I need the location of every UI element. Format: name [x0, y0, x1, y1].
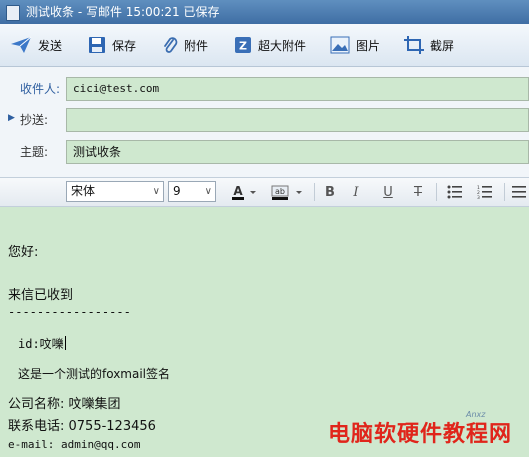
italic-button[interactable]: I: [346, 182, 366, 202]
cc-expand-icon[interactable]: ▶: [8, 113, 15, 123]
image-label: 图片: [356, 38, 381, 53]
attach-label: 附件: [184, 38, 209, 53]
subject-label: 主题:: [20, 145, 49, 159]
greeting-text: 您好:: [8, 245, 39, 260]
numbered-list-button[interactable]: 123: [474, 182, 496, 202]
font-family-value: 宋体: [71, 184, 96, 198]
save-button[interactable]: 保存: [88, 24, 136, 66]
toolbar-divider: [314, 183, 315, 201]
cc-label: 抄送:: [20, 113, 49, 127]
save-icon: [89, 37, 105, 53]
to-label: 收件人:: [20, 82, 61, 96]
align-button[interactable]: [510, 182, 528, 202]
signature-id: id:呅嚛: [18, 335, 66, 352]
italic-icon: I: [353, 184, 359, 200]
signature-text: 这是一个测试的foxmail签名: [18, 367, 171, 381]
image-button[interactable]: 图片: [330, 24, 380, 66]
highlight-icon: ab: [271, 185, 302, 200]
email-line: e-mail: admin@qq.com: [8, 438, 141, 451]
large-attach-button[interactable]: Z 超大附件: [234, 24, 306, 66]
image-icon: [330, 36, 350, 54]
bullet-list-button[interactable]: [444, 182, 466, 202]
bullet-list-icon: [447, 185, 462, 199]
save-label: 保存: [112, 38, 137, 53]
large-attachment-icon: Z: [235, 37, 251, 53]
svg-text:Z: Z: [239, 40, 247, 53]
bold-icon: B: [325, 184, 335, 200]
bold-button[interactable]: B: [320, 182, 340, 202]
chevron-down-icon: ∨: [152, 186, 160, 197]
signature-divider: -----------------: [8, 305, 131, 319]
strikethrough-button[interactable]: T: [408, 182, 428, 202]
chevron-down-icon: ∨: [204, 186, 212, 197]
paperclip-icon: [164, 37, 178, 53]
send-button[interactable]: 发送: [10, 24, 62, 66]
font-family-select[interactable]: 宋体 ∨: [66, 181, 164, 202]
svg-text:ab: ab: [275, 187, 285, 196]
svg-text:3: 3: [477, 195, 480, 199]
watermark-text: 电脑软硬件教程网: [328, 422, 513, 447]
toolbar-divider: [436, 183, 437, 201]
format-toolbar: 宋体 ∨ 9 ∨ A ab B I U T 123: [0, 178, 529, 207]
underline-icon: U: [383, 184, 393, 200]
watermark-logo: Anxz: [466, 410, 486, 419]
font-size-select[interactable]: 9 ∨: [168, 181, 216, 202]
document-icon: [6, 5, 20, 21]
screenshot-icon: [404, 36, 424, 54]
to-field[interactable]: cici@test.com: [66, 77, 529, 101]
font-size-value: 9: [173, 184, 181, 198]
font-color-icon: A: [232, 184, 256, 200]
body-line: 来信已收到: [8, 288, 74, 303]
company-line: 公司名称: 呅嚛集团: [8, 397, 121, 412]
font-color-button[interactable]: A: [230, 182, 258, 202]
attach-button[interactable]: 附件: [162, 24, 208, 66]
phone-line: 联系电话: 0755-123456: [8, 419, 156, 434]
send-icon: [11, 36, 32, 53]
subject-field[interactable]: 测试收条: [66, 140, 529, 164]
cc-field[interactable]: [66, 108, 529, 132]
highlight-button[interactable]: ab: [270, 182, 306, 202]
signature-id-text: id:呅嚛: [18, 337, 64, 351]
strikethrough-icon: T: [414, 184, 422, 200]
header-form: 收件人: cici@test.com ▶ 抄送: 主题: 测试收条: [0, 67, 529, 178]
send-label: 发送: [38, 38, 63, 53]
svg-text:A: A: [233, 184, 243, 198]
numbered-list-icon: 123: [477, 185, 492, 199]
text-cursor: [64, 336, 66, 350]
underline-button[interactable]: U: [378, 182, 398, 202]
align-icon: [512, 186, 526, 198]
toolbar: 发送 保存 附件 Z 超大附件 图片 截屏: [0, 24, 529, 67]
screenshot-button[interactable]: 截屏: [404, 24, 454, 66]
large-attach-label: 超大附件: [258, 38, 307, 53]
window-title: 测试收条 - 写邮件 15:00:21 已保存: [26, 5, 220, 19]
screenshot-label: 截屏: [430, 38, 455, 53]
title-bar: 测试收条 - 写邮件 15:00:21 已保存: [0, 0, 529, 24]
toolbar-divider: [504, 183, 505, 201]
